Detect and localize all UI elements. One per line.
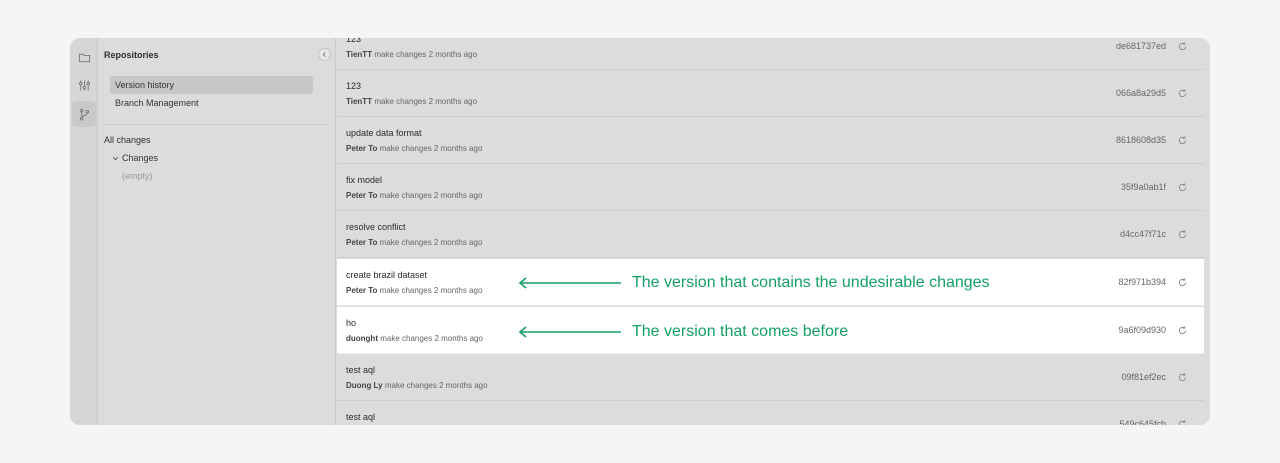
revert-icon[interactable] — [1176, 87, 1188, 99]
revert-icon[interactable] — [1176, 324, 1188, 336]
commit-title: 123 — [346, 38, 362, 44]
sidebar-item-branch-management[interactable]: Branch Management — [110, 94, 313, 112]
chevron-down-icon — [112, 156, 119, 160]
activity-rail — [70, 38, 98, 425]
commit-author: Peter To — [346, 238, 378, 247]
commit-row[interactable]: fix model Peter To make changes 2 months… — [337, 164, 1204, 211]
commit-row[interactable]: test aql Duong Ly make changes 2 months … — [337, 354, 1204, 401]
commit-title: test aql — [346, 412, 376, 422]
commit-hash: 9a6f09d930 — [1118, 325, 1166, 335]
commit-action: make changes 2 months ago — [379, 191, 483, 200]
revert-icon[interactable] — [1176, 40, 1188, 52]
arrow-left-icon — [518, 277, 621, 289]
commit-author: Peter To — [346, 286, 378, 295]
changes-group-toggle[interactable]: Changes — [112, 153, 158, 163]
commit-hash: 066a8a29d5 — [1115, 88, 1166, 98]
commit-row[interactable]: update data format Peter To make changes… — [337, 117, 1204, 164]
sidebar-title: Repositories — [104, 50, 159, 60]
commit-author: Duong Ly — [346, 381, 383, 390]
commit-row[interactable]: 123 TienTT make changes 2 months ago 066… — [337, 70, 1204, 117]
commit-hash: 35f9a0ab1f — [1120, 182, 1166, 192]
commit-action: make changes 2 months ago — [379, 144, 483, 153]
changes-group-label: Changes — [122, 153, 159, 163]
commit-author: TienTT — [346, 97, 373, 106]
commit-title: fix model — [346, 175, 383, 185]
commit-row[interactable]: resolve conflict Peter To make changes 2… — [337, 211, 1204, 258]
chevron-left-icon — [322, 52, 326, 57]
commit-meta: TienTT make changes 2 months ago — [346, 50, 477, 59]
commit-row[interactable]: test aql 549c645fcb — [337, 401, 1204, 425]
revert-icon[interactable] — [1176, 371, 1188, 383]
commit-list: 123 TienTT make changes 2 months ago de6… — [337, 38, 1204, 425]
annotation-before-text: The version that comes before — [632, 323, 849, 340]
commit-title: resolve conflict — [346, 222, 406, 232]
all-changes-title: All changes — [104, 135, 151, 145]
changes-empty-label: (empty) — [122, 171, 153, 181]
collapse-sidebar-button[interactable] — [318, 48, 331, 61]
sidebar-item-version-history[interactable]: Version history — [110, 76, 313, 94]
commit-author: Peter To — [346, 191, 378, 200]
commit-action: make changes 2 months ago — [374, 97, 478, 106]
commit-action: make changes 2 months ago — [374, 50, 478, 59]
commit-meta: Peter To make changes 2 months ago — [346, 191, 482, 200]
commit-meta: Peter To make changes 2 months ago — [346, 286, 482, 295]
commit-author: Peter To — [346, 144, 378, 153]
commit-meta: Peter To make changes 2 months ago — [346, 238, 482, 247]
commit-hash: 549c645fcb — [1119, 419, 1166, 425]
commit-author: TienTT — [346, 50, 373, 59]
annotation-undesirable-text: The version that contains the undesirabl… — [632, 274, 990, 291]
commit-hash: de681737ed — [1115, 41, 1166, 51]
sidebar: Repositories Version history Branch Mana… — [98, 38, 336, 425]
commit-meta: Duong Ly make changes 2 months ago — [346, 381, 488, 390]
annotation-before: The version that comes before — [518, 323, 848, 341]
commit-meta: Peter To make changes 2 months ago — [346, 144, 482, 153]
commit-meta: duonght make changes 2 months ago — [346, 334, 483, 343]
commit-action: make changes 2 months ago — [379, 238, 483, 247]
revert-icon[interactable] — [1176, 181, 1188, 193]
commit-title: ho — [346, 318, 357, 328]
commit-author: duonght — [346, 334, 378, 343]
commit-title: update data format — [346, 128, 422, 138]
app-window: Repositories Version history Branch Mana… — [70, 38, 1210, 425]
commit-action: make changes 2 months ago — [380, 334, 483, 343]
revert-icon[interactable] — [1176, 134, 1188, 146]
revert-icon[interactable] — [1176, 276, 1188, 288]
commit-title: 123 — [346, 81, 362, 91]
arrow-left-icon — [518, 326, 621, 338]
commit-title: test aql — [346, 365, 376, 375]
annotation-undesirable: The version that contains the undesirabl… — [518, 274, 990, 292]
commit-action: make changes 2 months ago — [384, 381, 488, 390]
folder-icon[interactable] — [72, 44, 96, 70]
revert-icon[interactable] — [1176, 418, 1188, 425]
sidebar-divider — [104, 124, 329, 125]
revert-icon[interactable] — [1176, 228, 1188, 240]
sliders-icon[interactable] — [72, 72, 96, 98]
branch-icon[interactable] — [72, 101, 96, 127]
commit-hash: d4cc47f71c — [1119, 229, 1166, 239]
commit-meta: TienTT make changes 2 months ago — [346, 97, 477, 106]
commit-row[interactable]: 123 TienTT make changes 2 months ago de6… — [337, 38, 1204, 70]
commit-action: make changes 2 months ago — [379, 286, 483, 295]
commit-hash: 8618608d35 — [1115, 135, 1166, 145]
commit-hash: 82f971b394 — [1118, 277, 1166, 287]
commit-hash: 09f81ef2ec — [1121, 372, 1166, 382]
commit-title: create brazil dataset — [346, 270, 428, 280]
